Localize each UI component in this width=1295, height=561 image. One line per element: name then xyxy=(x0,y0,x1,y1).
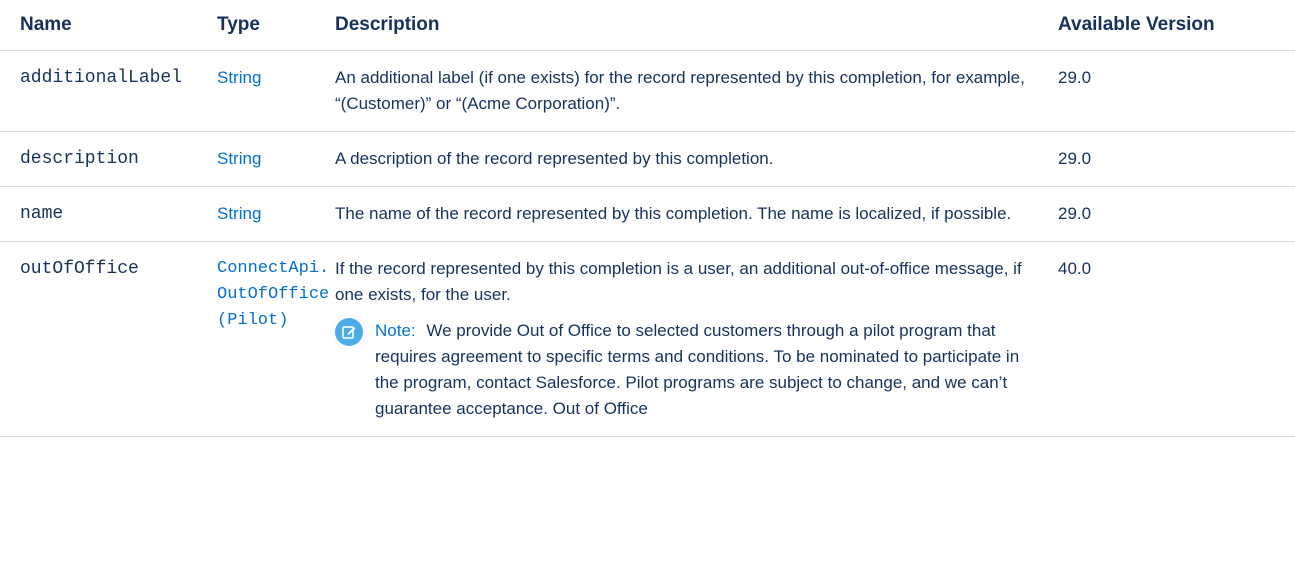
type-link-outofoffice[interactable]: ConnectApi. OutOfOffice (Pilot) xyxy=(217,256,330,334)
property-version: 40.0 xyxy=(1038,241,1295,437)
table-row: additionalLabel String An additional lab… xyxy=(0,50,1295,132)
note-label: Note: xyxy=(375,321,416,340)
column-header-type: Type xyxy=(197,0,315,51)
pilot-note: Note: We provide Out of Office to select… xyxy=(335,318,1038,422)
property-version: 29.0 xyxy=(1038,50,1295,132)
type-link[interactable]: String xyxy=(217,204,261,223)
property-name: outOfOffice xyxy=(0,241,197,437)
properties-table: Name Type Description Available Version … xyxy=(0,0,1295,437)
table-row: description String A description of the … xyxy=(0,131,1295,187)
column-header-version: Available Version xyxy=(1038,0,1295,51)
property-description: If the record represented by this comple… xyxy=(335,259,1022,304)
property-version: 29.0 xyxy=(1038,131,1295,187)
type-link-line: OutOfOffice xyxy=(217,285,330,304)
note-text: We provide Out of Office to selected cus… xyxy=(375,321,1020,418)
property-name: description xyxy=(0,131,197,187)
property-description: A description of the record represented … xyxy=(315,131,1038,187)
property-description: An additional label (if one exists) for … xyxy=(315,50,1038,132)
property-description: The name of the record represented by th… xyxy=(315,186,1038,242)
edit-note-icon xyxy=(335,318,363,346)
note-body: Note: We provide Out of Office to select… xyxy=(375,318,1038,422)
column-header-description: Description xyxy=(315,0,1038,51)
property-name: additionalLabel xyxy=(0,50,197,132)
table-row: outOfOffice ConnectApi. OutOfOffice (Pil… xyxy=(0,241,1295,437)
type-link[interactable]: String xyxy=(217,68,261,87)
type-link[interactable]: String xyxy=(217,149,261,168)
type-link-line: ConnectApi. xyxy=(217,259,330,278)
column-header-name: Name xyxy=(0,0,197,51)
property-name: name xyxy=(0,186,197,242)
property-version: 29.0 xyxy=(1038,186,1295,242)
table-row: name String The name of the record repre… xyxy=(0,186,1295,242)
type-link-line: (Pilot) xyxy=(217,311,289,330)
table-header-row: Name Type Description Available Version xyxy=(0,0,1295,51)
